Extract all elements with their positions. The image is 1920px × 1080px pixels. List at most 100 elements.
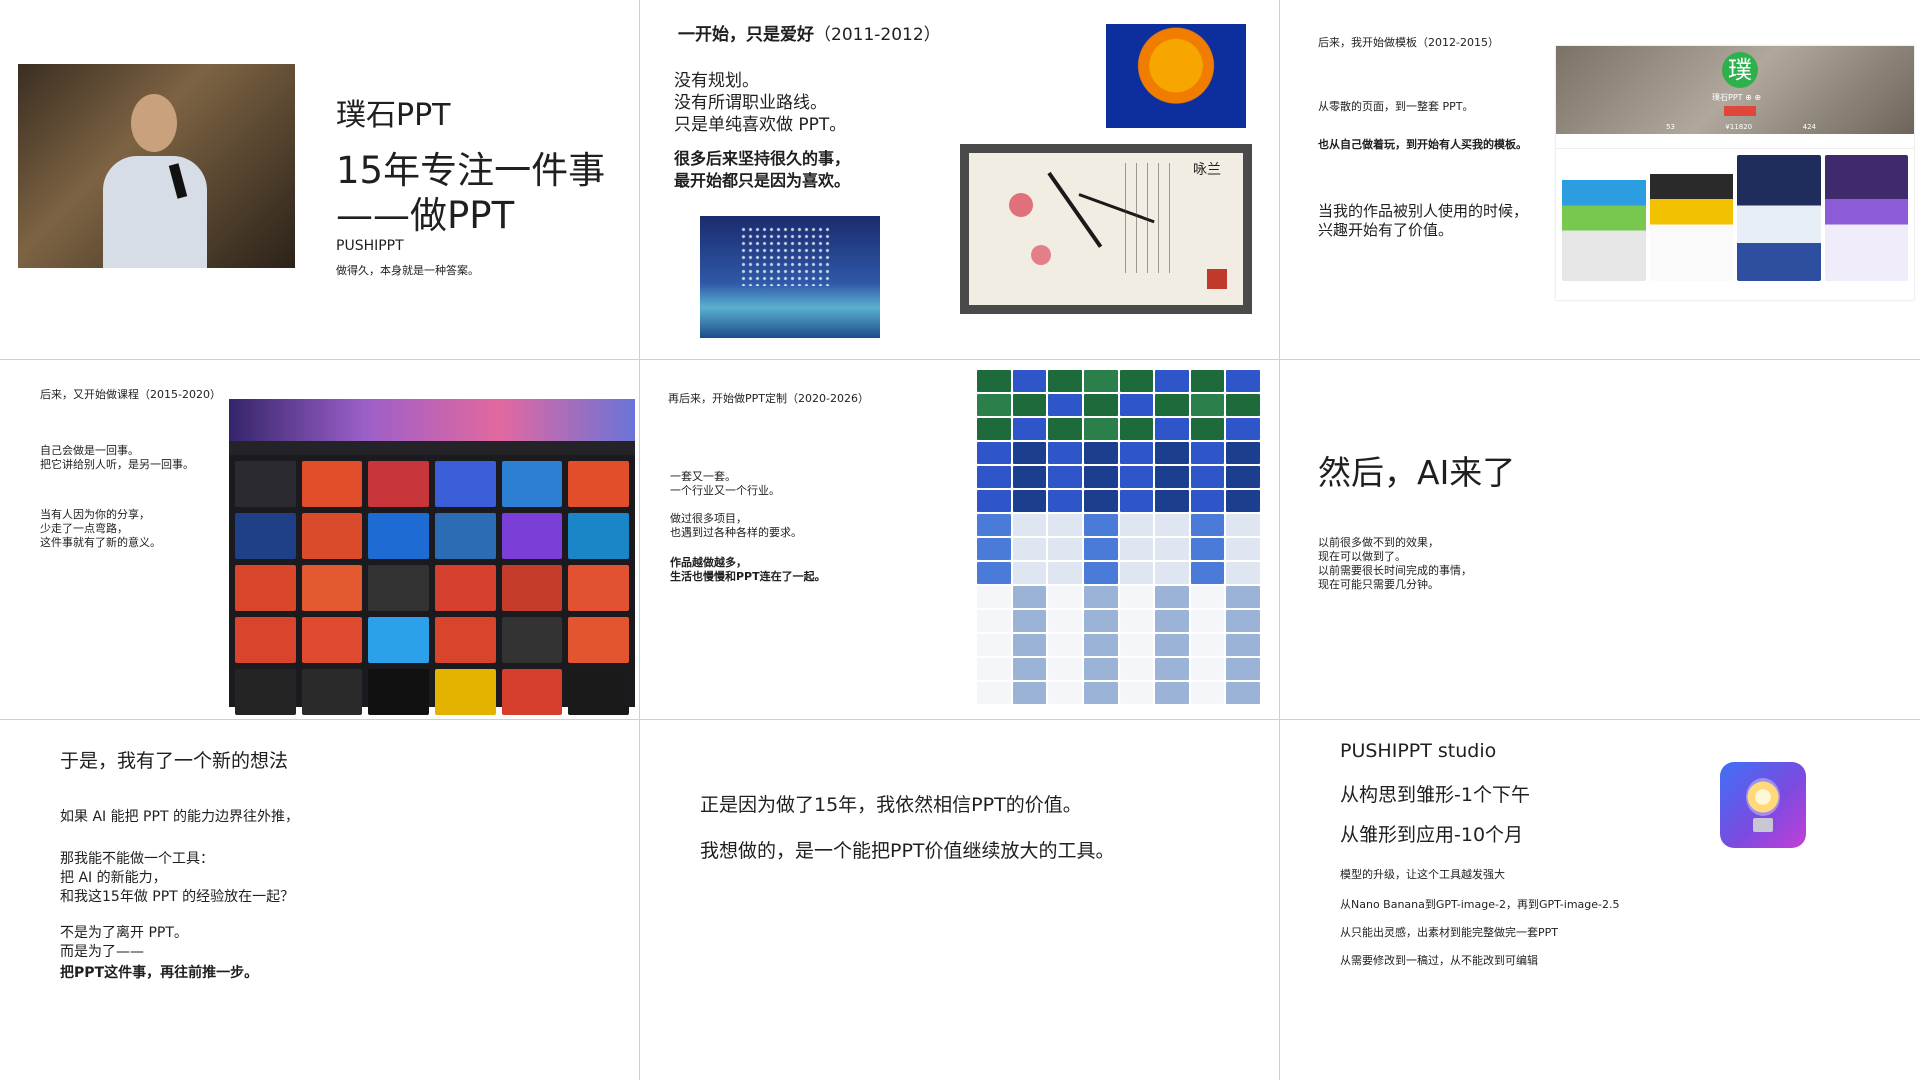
star-field	[740, 226, 830, 286]
text-line: 兴趣开始有了价值。	[1318, 221, 1454, 239]
course-tile	[368, 513, 429, 559]
course-tile	[568, 565, 629, 611]
speaker-photo	[18, 64, 295, 268]
mosaic-tile	[1083, 610, 1118, 632]
text-line: 最开始都只是因为喜欢。	[674, 171, 851, 190]
mosaic-tile	[1226, 442, 1260, 464]
text-line: 而是为了——	[60, 944, 144, 960]
mosaic-tile	[1012, 466, 1047, 488]
mosaic-tile	[1119, 658, 1154, 680]
mosaic-tile	[1048, 562, 1082, 584]
mosaic-tile	[1119, 442, 1154, 464]
mosaic-tile	[1226, 682, 1260, 704]
brand-name: 璞石PPT	[336, 98, 451, 133]
mosaic-tile	[1155, 514, 1189, 536]
mosaic-tile	[1155, 370, 1189, 392]
mosaic-tile	[1083, 490, 1118, 512]
mosaic-tile	[1083, 682, 1118, 704]
mosaic-tile	[1048, 394, 1082, 416]
painting-title: 咏兰	[1193, 162, 1221, 178]
mosaic-tile	[977, 490, 1011, 512]
course-lines-1: 自己会做是一回事。 把它讲给别人听，是另一回事。	[40, 444, 194, 472]
slide-ai: 然后，AI来了 以前很多做不到的效果， 现在可以做到了。 以前需要很长时间完成的…	[1280, 360, 1920, 720]
mosaic-tile	[977, 514, 1011, 536]
slide-heading: 再后来，开始做PPT定制（2020-2026）	[668, 392, 869, 405]
course-tile	[435, 513, 496, 559]
heading-bold: 一开始，只是爱好	[678, 25, 814, 45]
text-line: 现在可能只需要几分钟。	[1318, 578, 1439, 591]
mosaic-tile	[1048, 658, 1082, 680]
point-line: 从需要修改到一稿过，从不能改到可编辑	[1340, 954, 1538, 967]
mosaic-tile	[1155, 538, 1189, 560]
mosaic-tile	[1048, 418, 1082, 440]
custom-bold-lines: 作品越做越多， 生活也慢慢和PPT连在了一起。	[670, 556, 826, 584]
mosaic-tile	[1226, 634, 1260, 656]
course-tile	[301, 565, 363, 611]
mosaic-tile	[1155, 634, 1189, 656]
mosaic-tile	[1226, 394, 1260, 416]
painting-paper: 咏兰	[969, 153, 1243, 305]
tagline: 做得久，本身就是一种答案。	[336, 264, 479, 277]
course-tile	[501, 617, 563, 663]
store-stats: 53 ¥11820 424	[1666, 123, 1816, 131]
course-tile	[368, 461, 429, 507]
value-lines: 当我的作品被别人使用的时候， 兴趣开始有了价值。	[1318, 202, 1528, 240]
mosaic-tile	[977, 586, 1011, 608]
mosaic-tile	[977, 442, 1011, 464]
mosaic-tile	[1083, 586, 1118, 608]
mosaic-tile	[1083, 658, 1118, 680]
mosaic-tile	[1119, 370, 1154, 392]
timeline-line-1: 从构思到雏形-1个下午	[1340, 784, 1530, 806]
course-lines-2: 当有人因为你的分享， 少走了一点弯路， 这件事就有了新的意义。	[40, 508, 161, 550]
stat-value: ¥11820	[1725, 123, 1753, 131]
mosaic-tile	[1155, 610, 1189, 632]
mosaic-tile	[1048, 442, 1082, 464]
custom-lines-2: 做过很多项目， 也遇到过各种各样的要求。	[670, 512, 802, 540]
lightbulb-app-icon	[1720, 762, 1806, 848]
mosaic-tile	[977, 610, 1011, 632]
title-line-2: ——做PPT	[336, 194, 515, 237]
mosaic-tile	[1190, 610, 1225, 632]
poem-calligraphy	[1119, 163, 1179, 273]
slide-studio: PUSHIPPT studio 从构思到雏形-1个下午 从雏形到应用-10个月 …	[1280, 720, 1920, 1080]
course-tiles	[235, 461, 629, 715]
course-tile	[235, 513, 296, 559]
mosaic-tile	[1012, 682, 1047, 704]
mosaic-tile	[1190, 418, 1225, 440]
mosaic-tile	[1083, 394, 1118, 416]
mosaic-tile	[1012, 418, 1047, 440]
course-tile	[501, 513, 563, 559]
mosaic-tile	[1119, 514, 1154, 536]
course-tile	[235, 461, 296, 507]
course-tile	[501, 461, 563, 507]
mosaic-tile	[1048, 610, 1082, 632]
orchid-leaf	[1047, 171, 1103, 248]
course-tile	[568, 669, 629, 715]
mosaic-tile	[1012, 586, 1047, 608]
mosaic-tile	[1012, 442, 1047, 464]
course-nav	[229, 441, 635, 455]
mosaic-tile	[1012, 490, 1047, 512]
course-tile	[235, 669, 296, 715]
mosaic-tile	[1048, 634, 1082, 656]
text-line: 当有人因为你的分享，	[40, 508, 150, 521]
point-line: 从只能出灵感，出素材到能完整做完一套PPT	[1340, 926, 1558, 939]
text-line: 以前需要很长时间完成的事情，	[1318, 564, 1472, 577]
mosaic-tile	[1119, 490, 1154, 512]
store-name: 璞石PPT ⊕ ⊕	[1712, 93, 1762, 102]
mosaic-tile	[1119, 418, 1154, 440]
template-card	[1824, 155, 1908, 281]
point-line: 模型的升级，让这个工具越发强大	[1340, 868, 1505, 881]
mosaic-tile	[977, 418, 1011, 440]
text-line: 只是单纯喜欢做 PPT。	[674, 115, 847, 135]
text-line: 做过很多项目，	[670, 512, 747, 525]
text-line: 自己会做是一回事。	[40, 444, 139, 457]
mosaic-tile	[1083, 634, 1118, 656]
course-tile	[301, 617, 363, 663]
text-line: 生活也慢慢和PPT连在了一起。	[670, 570, 826, 583]
text-line: 没有规划。	[674, 71, 759, 91]
course-tile	[435, 617, 496, 663]
mosaic-tile	[1012, 514, 1047, 536]
mosaic-tile	[1048, 586, 1082, 608]
course-tile	[368, 617, 429, 663]
